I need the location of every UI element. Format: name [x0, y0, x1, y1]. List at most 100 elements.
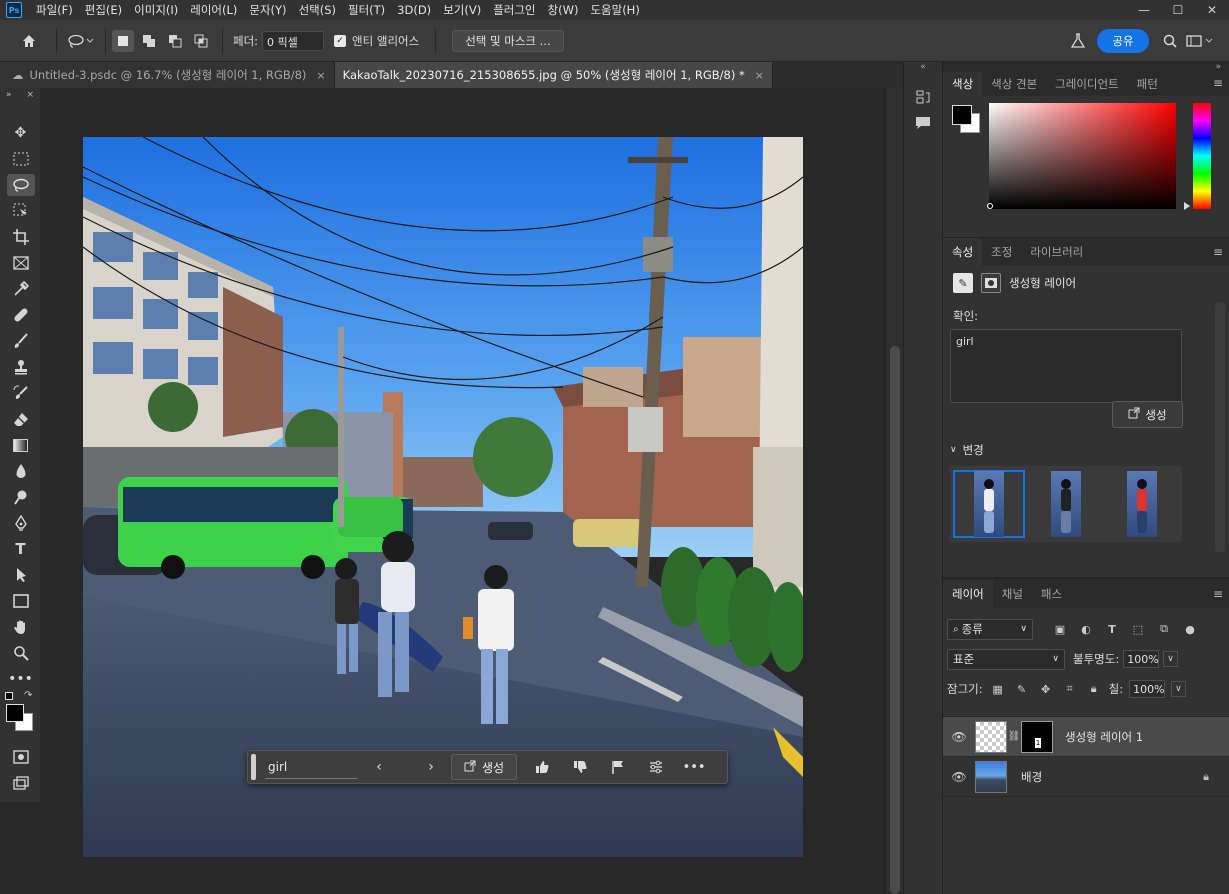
drag-handle[interactable]: [251, 754, 256, 780]
pixel-filter-icon[interactable]: ▣: [1051, 623, 1069, 636]
previous-variation-button[interactable]: ‹: [361, 759, 397, 775]
antialias-checkbox[interactable]: ✓: [334, 34, 347, 47]
lock-transparency-icon[interactable]: ▦: [989, 683, 1007, 696]
hand-tool[interactable]: [0, 614, 41, 640]
menu-type[interactable]: 문자(Y): [243, 2, 292, 18]
tab-layers[interactable]: 레이어: [943, 580, 993, 608]
tab-gradients[interactable]: 그레이디언트: [1046, 72, 1127, 96]
thumbs-up-icon[interactable]: [523, 760, 561, 774]
menu-image[interactable]: 이미지(I): [128, 2, 184, 18]
chevron-down-icon[interactable]: ∨: [1171, 681, 1186, 697]
lock-artboard-icon[interactable]: ⌗: [1061, 682, 1079, 696]
panel-menu-icon[interactable]: ≡: [1213, 587, 1223, 601]
variation-thumbnail-3[interactable]: [1106, 470, 1178, 538]
scrollbar-thumb[interactable]: [890, 346, 900, 894]
panel-menu-icon[interactable]: ≡: [1213, 76, 1223, 90]
prompt-textarea[interactable]: girl: [950, 329, 1182, 403]
close-icon[interactable]: ×: [755, 69, 764, 82]
vertical-scrollbar[interactable]: [885, 88, 903, 894]
tab-color[interactable]: 색상: [943, 72, 983, 96]
screen-mode-tool[interactable]: [0, 770, 41, 796]
quick-mask-tool[interactable]: [0, 744, 41, 770]
foreground-swatch[interactable]: [952, 105, 972, 125]
thumbs-down-icon[interactable]: [561, 760, 599, 774]
panel-menu-icon[interactable]: ≡: [1213, 245, 1223, 259]
workspace-icon[interactable]: [1185, 30, 1215, 52]
tab-libraries[interactable]: 라이브러리: [1021, 238, 1092, 266]
swap-colors-icon[interactable]: ↷: [24, 690, 32, 701]
settings-sliders-icon[interactable]: [637, 760, 675, 774]
menu-3d[interactable]: 3D(D): [391, 3, 437, 17]
lasso-preset-icon[interactable]: [63, 30, 99, 52]
hue-slider-handle[interactable]: [1184, 202, 1190, 210]
adjustment-filter-icon[interactable]: ◐: [1077, 623, 1095, 636]
link-icon[interactable]: ⛓︎: [1007, 731, 1021, 742]
layer-row-generative[interactable]: 👁︎ ⛓︎ 1 생성형 레이어 1: [943, 717, 1229, 757]
object-select-tool[interactable]: [0, 198, 41, 224]
flask-icon[interactable]: [1067, 30, 1089, 52]
menu-filter[interactable]: 필터(T): [342, 2, 391, 18]
clone-stamp-tool[interactable]: [0, 354, 41, 380]
panel-collapse-icon[interactable]: »: [943, 62, 1229, 72]
menu-plugins[interactable]: 플러그인: [487, 2, 541, 18]
marquee-tool[interactable]: [0, 146, 41, 172]
blur-tool[interactable]: [0, 458, 41, 484]
tab-properties[interactable]: 속성: [943, 238, 983, 266]
filter-toggle-icon[interactable]: ●: [1181, 623, 1199, 636]
menu-view[interactable]: 보기(V): [437, 2, 487, 18]
new-selection-icon[interactable]: [112, 29, 134, 52]
close-button[interactable]: ✕: [1195, 0, 1229, 20]
tab-channels[interactable]: 채널: [993, 580, 1032, 608]
minimize-button[interactable]: —: [1127, 0, 1161, 20]
generate-button[interactable]: 생성: [1112, 401, 1183, 428]
shape-tool[interactable]: [0, 588, 41, 614]
visibility-eye-icon[interactable]: 👁︎: [943, 770, 975, 784]
eyedropper-tool[interactable]: [0, 276, 41, 302]
search-icon[interactable]: [1159, 30, 1181, 52]
tab-swatches[interactable]: 색상 견본: [982, 72, 1046, 96]
collapse-icon[interactable]: «: [904, 62, 942, 72]
crop-tool[interactable]: [0, 224, 41, 250]
smart-object-filter-icon[interactable]: ⧉: [1155, 622, 1173, 636]
variations-header[interactable]: ∨ 변경: [950, 442, 984, 458]
tab-untitled-3[interactable]: ☁ Untitled-3.psdc @ 16.7% (생성형 레이어 1, RG…: [0, 62, 335, 88]
tab-patterns[interactable]: 패턴: [1128, 72, 1167, 96]
opacity-input[interactable]: 100%: [1123, 650, 1160, 668]
menu-select[interactable]: 선택(S): [293, 2, 342, 18]
share-button[interactable]: 공유: [1097, 29, 1149, 53]
history-panel-icon[interactable]: [904, 84, 942, 110]
maximize-button[interactable]: ☐: [1161, 0, 1195, 20]
menu-edit[interactable]: 편집(E): [79, 2, 128, 18]
select-and-mask-button[interactable]: 선택 및 마스크 ...: [452, 29, 564, 52]
add-selection-icon[interactable]: [138, 30, 160, 52]
feather-input[interactable]: 0 픽셀: [262, 30, 325, 51]
color-picker-handle[interactable]: [987, 203, 993, 209]
variation-thumbnail-2[interactable]: [1030, 470, 1102, 538]
lock-position-icon[interactable]: ✥: [1037, 683, 1055, 696]
expand-icon[interactable]: »: [6, 90, 12, 100]
blend-mode-select[interactable]: 표준 ∨: [947, 648, 1065, 670]
layer-mask-thumbnail[interactable]: 1: [1021, 720, 1053, 753]
flag-icon[interactable]: [599, 760, 637, 774]
close-icon[interactable]: ×: [316, 69, 325, 82]
layer-row-background[interactable]: 👁︎ 배경 🔒︎: [943, 757, 1229, 797]
lasso-tool[interactable]: [0, 172, 41, 198]
variation-thumbnail-1[interactable]: [953, 470, 1025, 538]
next-variation-button[interactable]: ›: [413, 759, 449, 775]
healing-brush-tool[interactable]: [0, 302, 41, 328]
pen-tool[interactable]: [0, 510, 41, 536]
dodge-tool[interactable]: [0, 484, 41, 510]
foreground-color[interactable]: [6, 704, 24, 722]
menu-layer[interactable]: 레이어(L): [184, 2, 243, 18]
comments-panel-icon[interactable]: [904, 110, 942, 136]
type-tool[interactable]: T: [0, 536, 41, 562]
intersect-selection-icon[interactable]: [190, 30, 212, 52]
layer-filter-select[interactable]: ⌕ 종류 ∨: [947, 618, 1033, 640]
lock-all-icon[interactable]: 🔒︎: [1085, 682, 1103, 696]
document-canvas[interactable]: [83, 137, 803, 857]
tab-adjustments[interactable]: 조정: [982, 238, 1021, 266]
more-options-icon[interactable]: •••: [675, 760, 713, 775]
path-select-tool[interactable]: [0, 562, 41, 588]
zoom-tool[interactable]: [0, 640, 41, 666]
visibility-eye-icon[interactable]: 👁︎: [943, 730, 975, 744]
